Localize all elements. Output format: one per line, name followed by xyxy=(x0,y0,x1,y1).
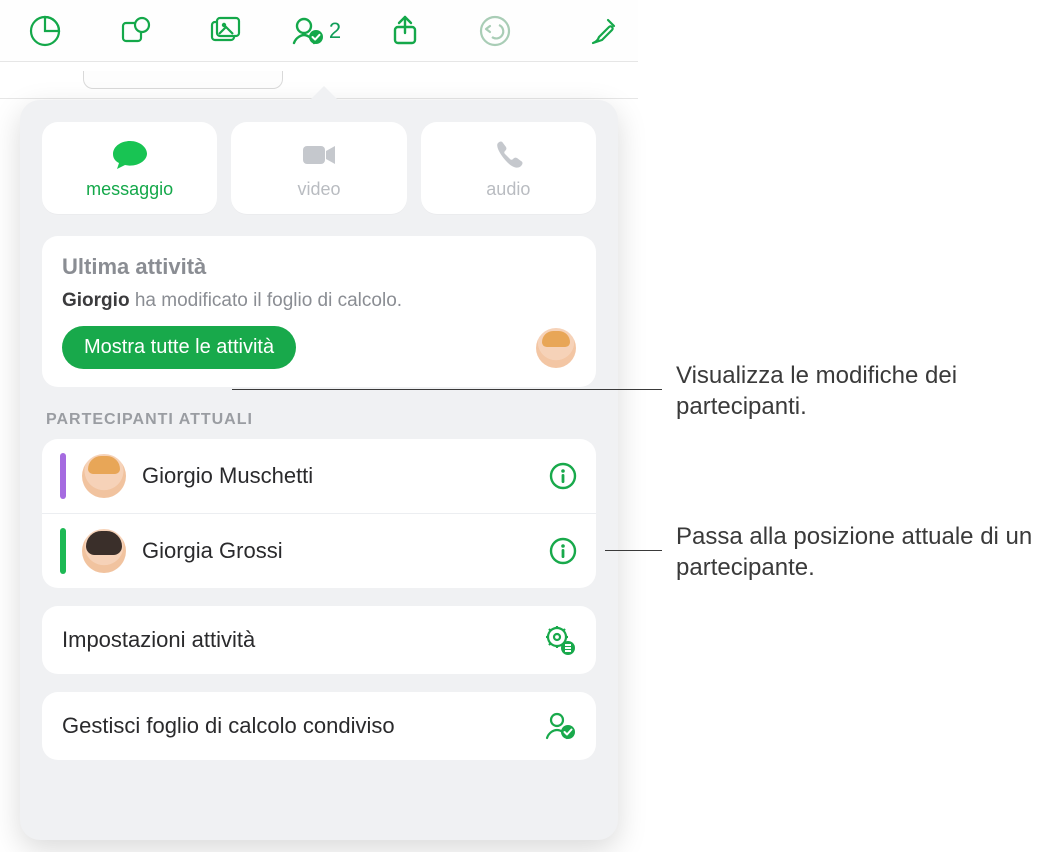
callout-text: Passa alla posizione attuale di un parte… xyxy=(676,521,1046,583)
contact-audio-label: audio xyxy=(486,179,530,200)
toolbar-share-button[interactable] xyxy=(360,0,450,62)
photos-icon xyxy=(207,13,243,49)
collab-count: 2 xyxy=(329,18,341,44)
toolbar-notch xyxy=(83,71,283,89)
contact-video-button[interactable]: video xyxy=(231,122,406,214)
shapes-icon xyxy=(117,13,153,49)
contact-video-label: video xyxy=(297,179,340,200)
callout-line xyxy=(605,550,662,551)
contact-message-button[interactable]: messaggio xyxy=(42,122,217,214)
undo-icon xyxy=(477,13,513,49)
participant-row[interactable]: Giorgio Muschetti xyxy=(42,439,596,513)
participants-section-label: PARTECIPANTI ATTUALI xyxy=(46,411,592,429)
paintbrush-icon xyxy=(585,13,621,49)
activity-card: Ultima attività Giorgio ha modificato il… xyxy=(42,236,596,387)
toolbar-undo-button[interactable] xyxy=(450,0,540,62)
activity-rest: ha modificato il foglio di calcolo. xyxy=(130,290,402,311)
info-icon[interactable] xyxy=(548,461,578,491)
callout-text: Visualizza le modifiche dei partecipanti… xyxy=(676,360,1036,422)
avatar xyxy=(82,454,126,498)
show-all-activity-button[interactable]: Mostra tutte le attività xyxy=(62,326,296,369)
activity-line: Giorgio ha modificato il foglio di calco… xyxy=(62,290,576,312)
avatar xyxy=(82,529,126,573)
participants-card: Giorgio Muschetti Giorgia Grossi xyxy=(42,439,596,588)
activity-title: Ultima attività xyxy=(62,254,576,280)
collaboration-popover: messaggio video audio Ultima attività Gi… xyxy=(20,100,618,840)
presence-indicator xyxy=(60,528,66,574)
activity-settings-row[interactable]: Impostazioni attività xyxy=(42,606,596,674)
person-check-icon xyxy=(544,710,576,742)
presence-indicator xyxy=(60,453,66,499)
contact-row: messaggio video audio xyxy=(42,122,596,214)
share-icon xyxy=(387,13,423,49)
toolbar: 2 xyxy=(0,0,638,62)
message-icon xyxy=(110,137,150,173)
toolbar-shapes-button[interactable] xyxy=(90,0,180,62)
phone-icon xyxy=(488,137,528,173)
activity-settings-label: Impostazioni attività xyxy=(62,627,255,653)
contact-message-label: messaggio xyxy=(86,179,173,200)
avatar xyxy=(536,328,576,368)
toolbar-collab-button[interactable]: 2 xyxy=(270,0,360,62)
participant-name: Giorgia Grossi xyxy=(142,538,532,564)
manage-shared-row[interactable]: Gestisci foglio di calcolo condiviso xyxy=(42,692,596,760)
toolbar-media-button[interactable] xyxy=(180,0,270,62)
manage-shared-label: Gestisci foglio di calcolo condiviso xyxy=(62,713,395,739)
info-icon[interactable] xyxy=(548,536,578,566)
pie-chart-icon xyxy=(27,13,63,49)
participant-row[interactable]: Giorgia Grossi xyxy=(42,513,596,588)
participant-name: Giorgio Muschetti xyxy=(142,463,532,489)
toolbar-format-button[interactable] xyxy=(568,0,638,62)
toolbar-chart-button[interactable] xyxy=(0,0,90,62)
activity-actor: Giorgio xyxy=(62,290,130,311)
video-icon xyxy=(299,137,339,173)
gear-badge-icon xyxy=(544,624,576,656)
contact-audio-button[interactable]: audio xyxy=(421,122,596,214)
collaborate-icon xyxy=(289,13,325,49)
callout-line xyxy=(232,389,662,390)
